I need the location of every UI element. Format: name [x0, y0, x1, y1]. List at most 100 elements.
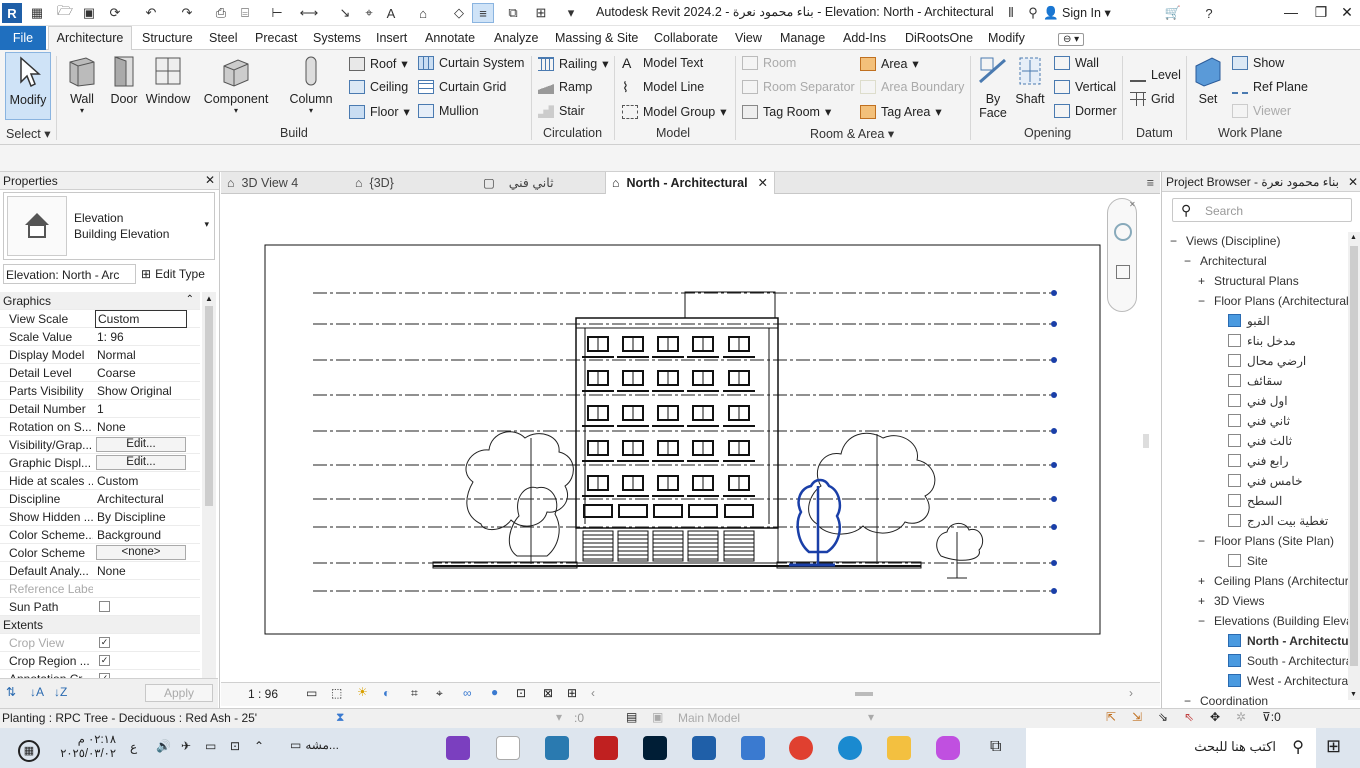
open-window-button[interactable]: ▭ مشه... [290, 738, 339, 752]
tree-node[interactable]: − Floor Plans (Site Plan) [1198, 534, 1334, 548]
tab-3d[interactable]: ⌂ {3D} [355, 172, 475, 194]
tab-annotate[interactable]: Annotate [425, 31, 475, 45]
analytical-icon[interactable]: ⊠ [543, 686, 553, 700]
sync-icon[interactable]: ⟳ [104, 3, 126, 23]
floor-button[interactable]: Floor ▾ [349, 104, 410, 119]
drawing-area[interactable]: ✕ [221, 194, 1160, 682]
property-row[interactable]: Scale Value 1: 96 [0, 328, 200, 346]
tab-steel[interactable]: Steel [209, 31, 238, 45]
notifications-icon[interactable]: ▦ [18, 740, 40, 762]
close-icon[interactable]: ✕ [1347, 175, 1358, 189]
property-value[interactable]: Show Original [97, 384, 197, 398]
component-button[interactable]: Component ▾ [200, 52, 272, 115]
help-icon[interactable]: ? [1198, 3, 1220, 23]
expand-icon[interactable]: + [1198, 594, 1210, 608]
worksets-icon[interactable]: ⧗ [336, 710, 344, 725]
sign-in-button[interactable]: 👤 Sign In ▾ [1043, 5, 1111, 21]
checkbox[interactable]: ✓ [99, 655, 110, 666]
filter-icon[interactable]: ⊽:0 [1262, 710, 1281, 724]
tree-node[interactable]: South - Architectural [1228, 654, 1348, 668]
property-row[interactable]: Reference Label [0, 580, 200, 598]
tab-diroots[interactable]: DiRootsOne [905, 31, 973, 45]
column-button[interactable]: Column ▾ [286, 52, 336, 115]
tag-area-button[interactable]: Tag Area ▾ [860, 104, 942, 119]
tab-systems[interactable]: Systems [313, 31, 361, 45]
tag-room-button[interactable]: Tag Room ▾ [742, 104, 831, 119]
close-tab-icon[interactable]: ✕ [758, 172, 768, 194]
model-text-button[interactable]: A Model Text [622, 56, 703, 70]
property-row[interactable]: Show Hidden ... By Discipline [0, 508, 200, 526]
workset-dropdown-icon[interactable]: ▾ [868, 710, 874, 724]
tree-node[interactable]: ارضي محال [1228, 354, 1306, 368]
level-button[interactable]: Level [1130, 68, 1181, 82]
graphics-section[interactable]: Graphics ⌃ [0, 292, 200, 310]
curtain-grid-button[interactable]: Curtain Grid [418, 80, 506, 94]
chrome-icon[interactable] [789, 736, 813, 760]
grid-button[interactable]: Grid [1130, 92, 1175, 106]
room-button[interactable]: Room [742, 56, 796, 70]
tab-analyze[interactable]: Analyze [494, 31, 538, 45]
close-hidden-icon[interactable]: ⧉ [502, 3, 524, 23]
edit-type-button[interactable]: ⊞ Edit Type [141, 267, 205, 281]
tab-precast[interactable]: Precast [255, 31, 297, 45]
crop-view-icon[interactable]: ⌗ [411, 686, 418, 701]
wall-opening-button[interactable]: Wall [1054, 56, 1099, 70]
collapse-icon[interactable]: − [1198, 534, 1210, 548]
tree-node[interactable]: − Views (Discipline) [1170, 234, 1280, 248]
tree-node[interactable]: − Architectural [1184, 254, 1267, 268]
tree-node[interactable]: ثاني فني [1228, 414, 1290, 428]
temp-properties-icon[interactable]: ⊡ [516, 686, 526, 700]
instance-filter[interactable]: Elevation: North - Arc [3, 264, 136, 284]
collapse-icon[interactable]: − [1170, 234, 1182, 248]
property-row[interactable]: Sun Path [0, 598, 200, 616]
switch-windows-icon[interactable]: ⊞ [530, 3, 552, 23]
property-value[interactable]: None [97, 564, 197, 578]
property-row[interactable]: Parts Visibility Show Original [0, 382, 200, 400]
property-row[interactable]: Visibility/Grap... Edit... [0, 436, 200, 454]
viewer-button[interactable]: Viewer [1232, 104, 1291, 118]
dimension-icon[interactable]: ⟷ [298, 3, 320, 23]
edit-button[interactable]: Edit... [96, 437, 186, 452]
copilot-icon[interactable] [936, 736, 960, 760]
close-button[interactable]: ✕ [1336, 4, 1358, 21]
model-group-button[interactable]: Model Group ▾ [622, 104, 727, 119]
search-input[interactable]: ⚲ Search [1172, 198, 1352, 222]
elevation-drawing[interactable] [221, 194, 1160, 682]
show-button[interactable]: Show [1232, 56, 1284, 70]
text-icon[interactable]: A [380, 3, 402, 23]
expand-icon[interactable]: + [1198, 574, 1210, 588]
property-row[interactable]: Display Model Normal [0, 346, 200, 364]
customize-qat-icon[interactable]: ▾ [560, 3, 582, 23]
tree-node[interactable]: تغطية بيت الدرج [1228, 514, 1328, 528]
curtain-system-button[interactable]: Curtain System [418, 56, 524, 70]
3dsmax-icon[interactable] [545, 736, 569, 760]
property-row[interactable]: Hide at scales ... Custom [0, 472, 200, 490]
zoom-icon[interactable] [1116, 265, 1130, 279]
select-pinned-icon[interactable]: ⇘ [1158, 710, 1168, 724]
collapse-icon[interactable]: − [1184, 254, 1196, 268]
photoshop-icon[interactable] [643, 736, 667, 760]
tab-second-floor[interactable]: ▢ ثاني فني [483, 172, 603, 194]
edge-icon[interactable] [838, 736, 862, 760]
info-center-icon[interactable]: ⦀ [1000, 3, 1022, 23]
tree-node[interactable]: السطح [1228, 494, 1282, 508]
splitter-handle[interactable] [1143, 434, 1149, 448]
tab-massing-site[interactable]: Massing & Site [555, 31, 638, 45]
undo-icon[interactable]: ↶ [140, 3, 162, 23]
tree-node[interactable]: +3D Views [1198, 594, 1264, 608]
tree-node[interactable]: + Structural Plans [1198, 274, 1299, 288]
property-value[interactable]: Architectural [97, 492, 197, 506]
tree-node[interactable]: القبو [1228, 314, 1270, 328]
autocad-icon[interactable] [594, 736, 618, 760]
constraints-icon[interactable]: ⊞ [567, 686, 577, 700]
binoculars-icon[interactable]: ⚲ [1022, 3, 1044, 23]
windows-start-icon[interactable]: ⊞ [1326, 736, 1341, 757]
door-button[interactable]: Door [106, 52, 142, 106]
temp-hide-icon[interactable]: ∞ [463, 686, 472, 700]
tab-add-ins[interactable]: Add-Ins [843, 31, 886, 45]
tab-north-architectural[interactable]: ⌂ North - Architectural ✕ [605, 172, 775, 194]
close-icon[interactable]: ✕ [205, 173, 215, 187]
tree-node[interactable]: اول فني [1228, 394, 1288, 408]
taskbar-search[interactable]: اكتب هنا للبحث ⚲ [1026, 728, 1316, 768]
calculator-icon[interactable] [741, 736, 765, 760]
